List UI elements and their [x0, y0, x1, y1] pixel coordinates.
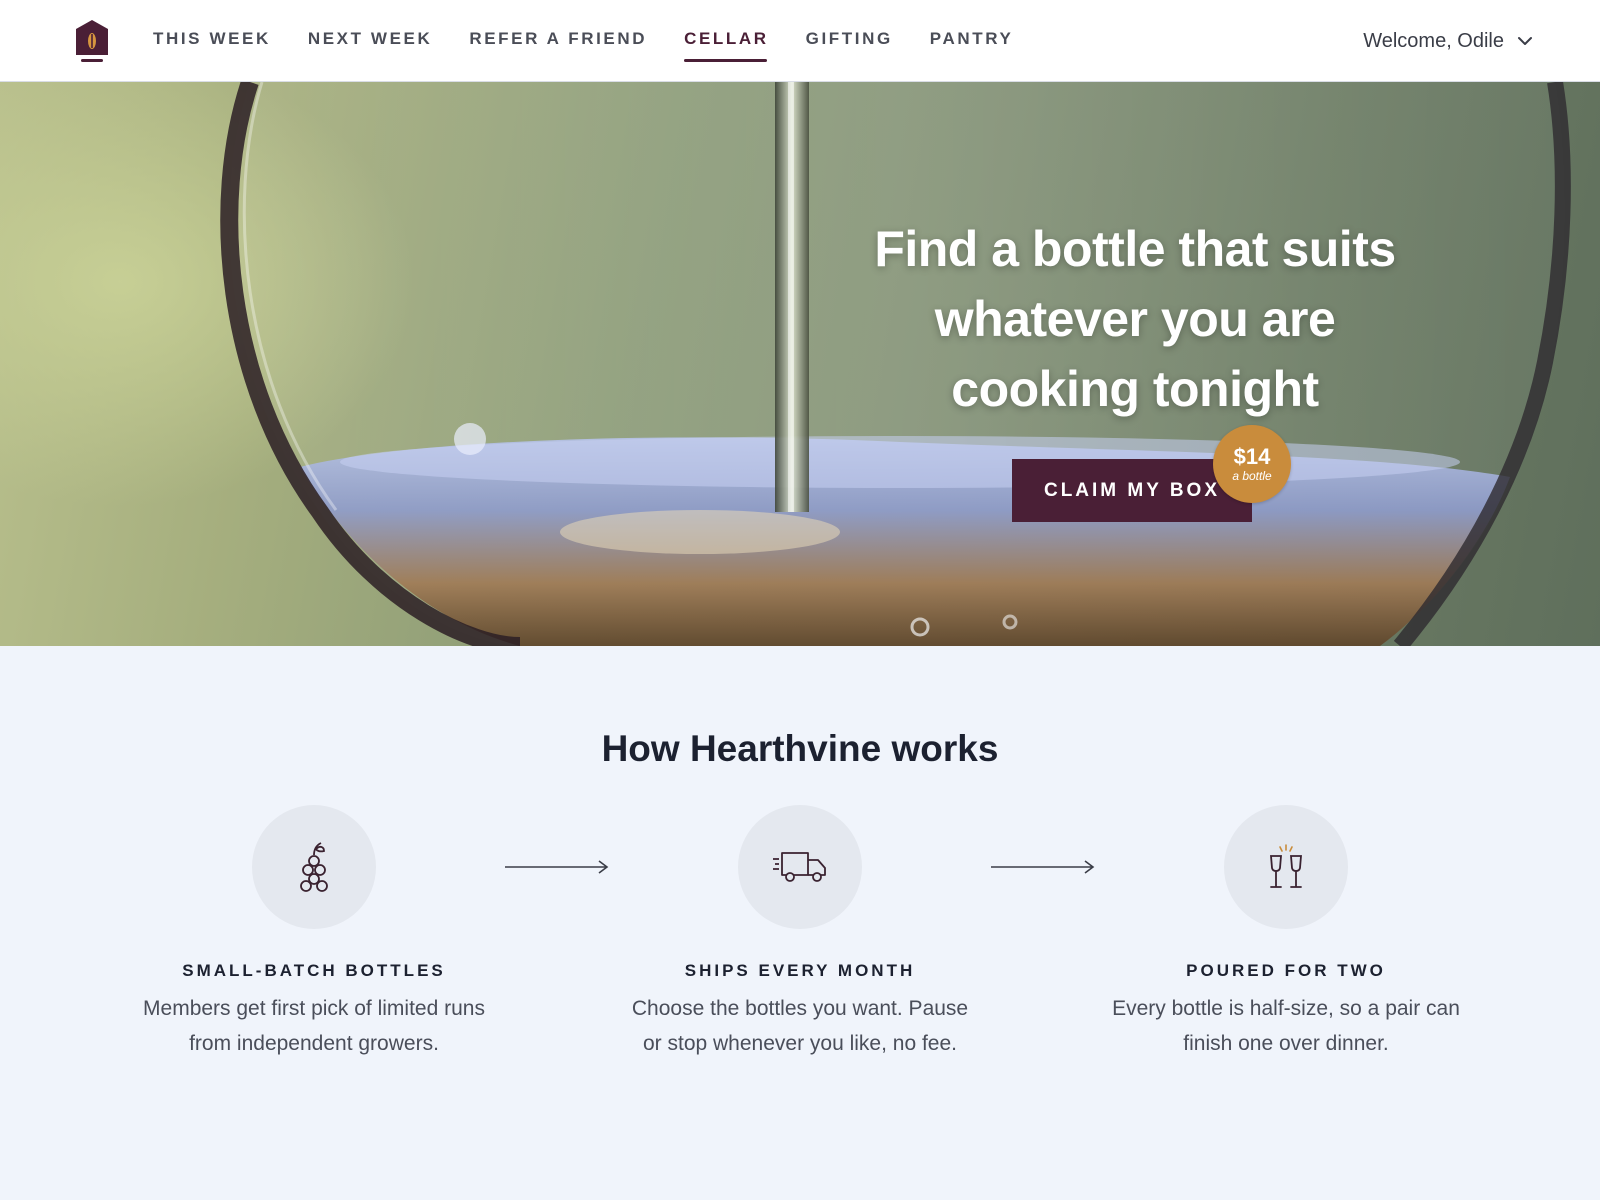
arrow-right-icon: [505, 860, 609, 874]
chevron-down-icon: [1518, 37, 1532, 45]
hero-title: Find a bottle that suits whatever you ar…: [820, 214, 1450, 424]
top-navigation-bar: THIS WEEK NEXT WEEK REFER A FRIEND CELLA…: [0, 0, 1600, 82]
nav-cellar[interactable]: CELLAR: [684, 0, 769, 82]
arrow-right-icon: [991, 860, 1095, 874]
badge-price: $14: [1233, 444, 1271, 469]
nav-refer-a-friend[interactable]: REFER A FRIEND: [469, 0, 647, 82]
nav-next-week[interactable]: NEXT WEEK: [308, 0, 432, 82]
account-menu[interactable]: Welcome, Odile: [1363, 0, 1534, 82]
step-small-batch: SMALL-BATCH BOTTLES Members get first pi…: [114, 805, 514, 1061]
step-icon-circle: [252, 805, 376, 929]
welcome-text: Welcome, Odile: [1363, 29, 1504, 52]
step-icon-circle: [738, 805, 862, 929]
hero-title-line-1: Find a bottle that suits: [874, 221, 1396, 277]
hearthvine-logo-icon[interactable]: [74, 19, 110, 63]
step-icon-circle: [1224, 805, 1348, 929]
how-it-works-title: How Hearthvine works: [601, 728, 999, 769]
step-ships-monthly: SHIPS EVERY MONTH Choose the bottles you…: [600, 805, 1000, 1061]
step-title: SHIPS EVERY MONTH: [684, 961, 916, 980]
main-nav: THIS WEEK NEXT WEEK REFER A FRIEND CELLA…: [153, 0, 1050, 82]
step-title: SMALL-BATCH BOTTLES: [182, 961, 446, 980]
step-poured-for-two: POURED FOR TWO Every bottle is half-size…: [1086, 805, 1486, 1061]
price-badge: $14 a bottle: [1213, 425, 1291, 503]
wine-glasses-cheers-icon: [1270, 844, 1302, 888]
hero-title-line-2: whatever you are: [934, 291, 1336, 347]
badge-subtext: a bottle: [1232, 469, 1272, 483]
nav-pantry[interactable]: PANTRY: [930, 0, 1014, 82]
step-title: POURED FOR TWO: [1186, 961, 1386, 980]
nav-this-week[interactable]: THIS WEEK: [153, 0, 271, 82]
step-description: Members get first pick of limited runs f…: [143, 997, 485, 1055]
grapes-icon: [300, 842, 328, 892]
nav-gifting[interactable]: GIFTING: [806, 0, 893, 82]
hero-title-line-3: cooking tonight: [951, 361, 1319, 417]
hero-banner: Find a bottle that suits whatever you ar…: [0, 82, 1600, 646]
step-description: Choose the bottles you want. Pause or st…: [631, 997, 969, 1055]
delivery-truck-icon: [773, 852, 826, 882]
step-description: Every bottle is half-size, so a pair can…: [1112, 997, 1460, 1055]
